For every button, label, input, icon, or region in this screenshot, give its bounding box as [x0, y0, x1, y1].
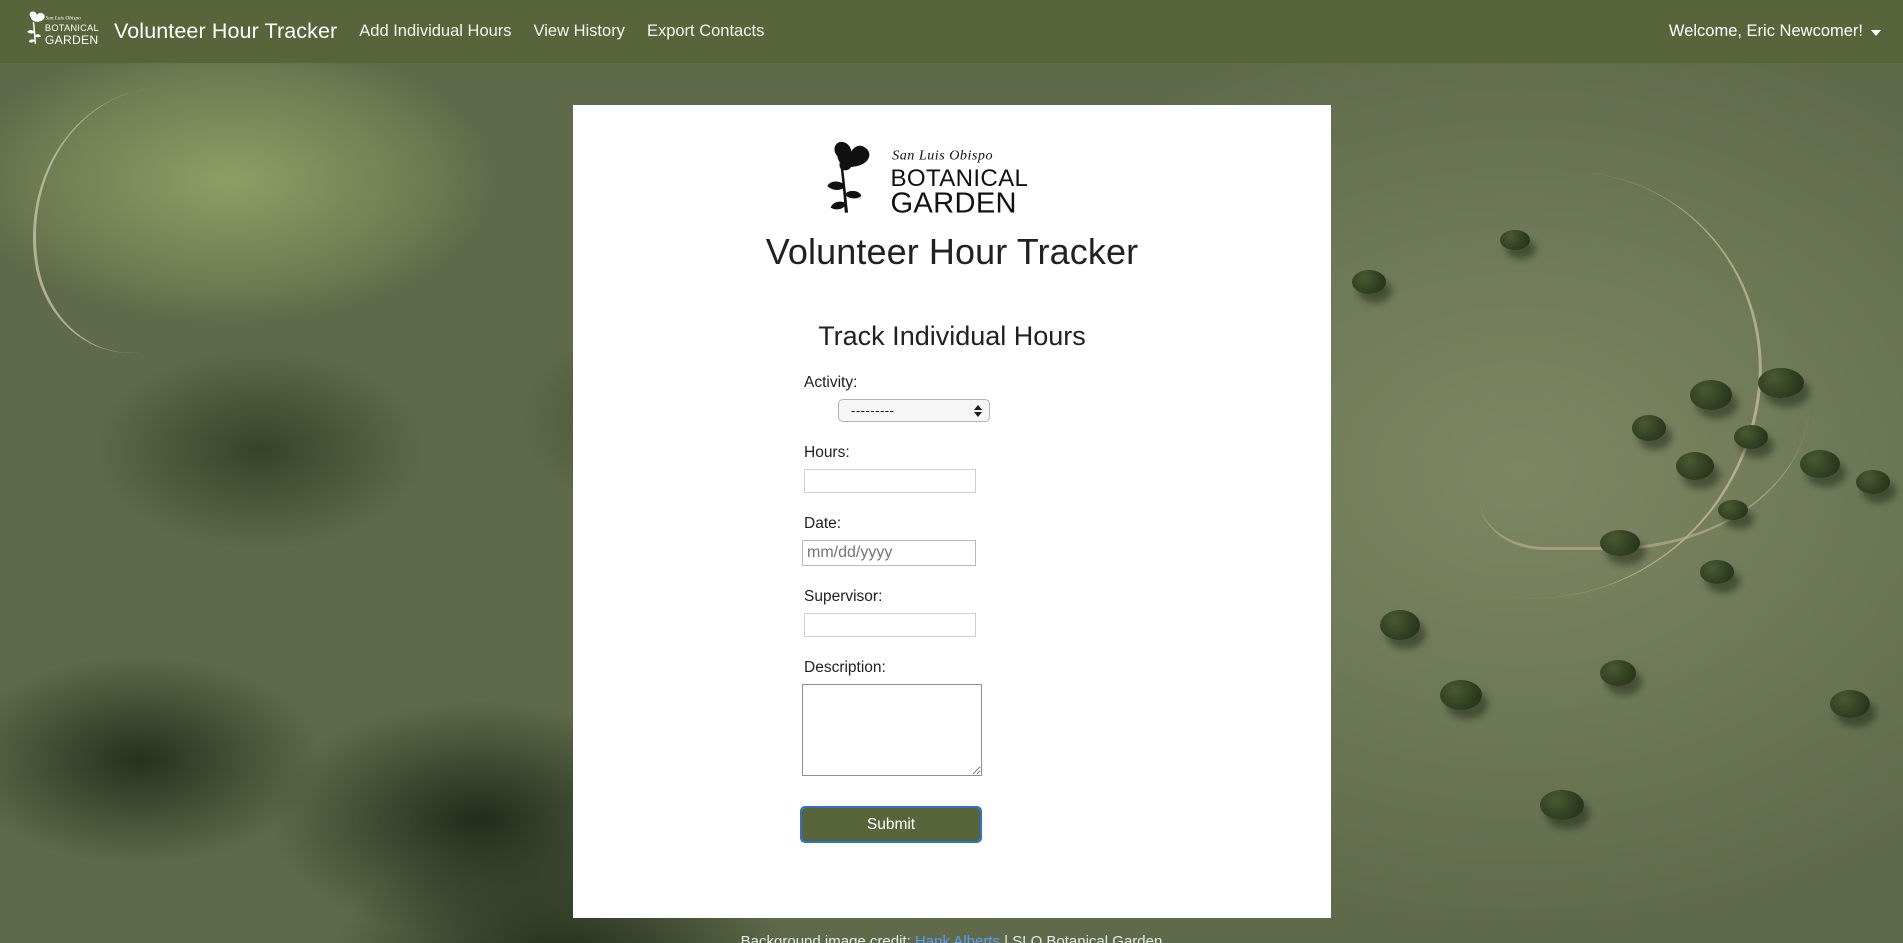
date-input[interactable]: [802, 540, 976, 566]
hours-label: Hours:: [804, 444, 850, 461]
svg-text:GARDEN: GARDEN: [45, 33, 99, 47]
background-tree: [1600, 660, 1636, 686]
page-subtitle: Track Individual Hours: [818, 321, 1086, 351]
background-tree: [1700, 560, 1734, 584]
field-row-description: Description:: [802, 659, 1102, 776]
background-tree: [1500, 230, 1530, 250]
botanical-garden-logo-icon: San Luis Obispo BOTANICAL GARDEN: [27, 10, 99, 47]
activity-select-wrapper: ---------: [802, 399, 990, 422]
background-tree: [1718, 500, 1748, 520]
field-row-activity: Activity: ---------: [802, 374, 1102, 422]
background-tree: [1734, 425, 1768, 449]
navbar-brand-logo[interactable]: San Luis Obispo BOTANICAL GARDEN: [22, 9, 100, 55]
main-content-card: San Luis Obispo BOTANICAL GARDEN Volunte…: [573, 105, 1331, 918]
top-navbar: San Luis Obispo BOTANICAL GARDEN Volunte…: [0, 0, 1903, 63]
submit-button[interactable]: Submit: [800, 806, 982, 843]
background-tree: [1690, 380, 1732, 410]
chevron-down-icon: [1871, 30, 1881, 36]
background-tree: [1758, 368, 1804, 398]
svg-text:San Luis Obispo: San Luis Obispo: [45, 15, 81, 21]
activity-label: Activity:: [804, 374, 858, 391]
nav-link-view-history[interactable]: View History: [534, 22, 625, 41]
individual-hours-form: Activity: --------- Hours: Date: Supervi…: [800, 374, 1102, 843]
page-title: Volunteer Hour Tracker: [765, 231, 1139, 272]
botanical-garden-logo-icon: San Luis Obispo BOTANICAL GARDEN: [827, 141, 1028, 216]
field-row-hours: Hours:: [802, 444, 1102, 493]
background-tree: [1380, 610, 1420, 640]
nav-link-add-individual-hours[interactable]: Add Individual Hours: [359, 22, 511, 41]
field-row-supervisor: Supervisor:: [802, 588, 1102, 637]
submit-row: Submit: [800, 806, 1102, 843]
supervisor-label: Supervisor:: [804, 588, 883, 605]
footer-credit-text: Background image credit:: [740, 933, 911, 943]
svg-text:GARDEN: GARDEN: [890, 188, 1016, 216]
activity-select[interactable]: ---------: [838, 399, 990, 422]
user-greeting-label: Welcome, Eric Newcomer!: [1668, 22, 1863, 40]
navbar-brand-title[interactable]: Volunteer Hour Tracker: [114, 19, 337, 44]
background-tree: [1856, 470, 1890, 494]
card-logo-wrapper: San Luis Obispo BOTANICAL GARDEN: [573, 131, 1331, 221]
background-tree: [1540, 790, 1584, 820]
user-menu-dropdown[interactable]: Welcome, Eric Newcomer!: [1669, 22, 1881, 41]
footer-credit-suffix: | SLO Botanical Garden: [1004, 933, 1163, 943]
background-tree: [1352, 270, 1386, 294]
supervisor-input[interactable]: [804, 613, 976, 637]
date-label: Date:: [804, 515, 842, 532]
navbar-left-group: San Luis Obispo BOTANICAL GARDEN Volunte…: [22, 9, 1669, 55]
background-tree: [1632, 415, 1666, 441]
description-label: Description:: [804, 659, 886, 676]
background-tree: [1676, 452, 1714, 480]
field-row-date: Date:: [802, 515, 1102, 566]
background-tree: [1600, 530, 1640, 556]
background-tree: [1440, 680, 1482, 710]
background-tree: [1830, 690, 1870, 718]
background-tree: [1800, 450, 1840, 478]
svg-text:BOTANICAL: BOTANICAL: [45, 23, 99, 33]
hours-input[interactable]: [804, 469, 976, 493]
svg-text:San Luis Obispo: San Luis Obispo: [892, 147, 993, 163]
footer-credit-link[interactable]: Hank Alberts: [915, 933, 1000, 943]
nav-link-export-contacts[interactable]: Export Contacts: [647, 22, 764, 41]
page-footer: Background image credit: Hank Alberts | …: [0, 932, 1903, 943]
description-textarea[interactable]: [802, 684, 982, 776]
